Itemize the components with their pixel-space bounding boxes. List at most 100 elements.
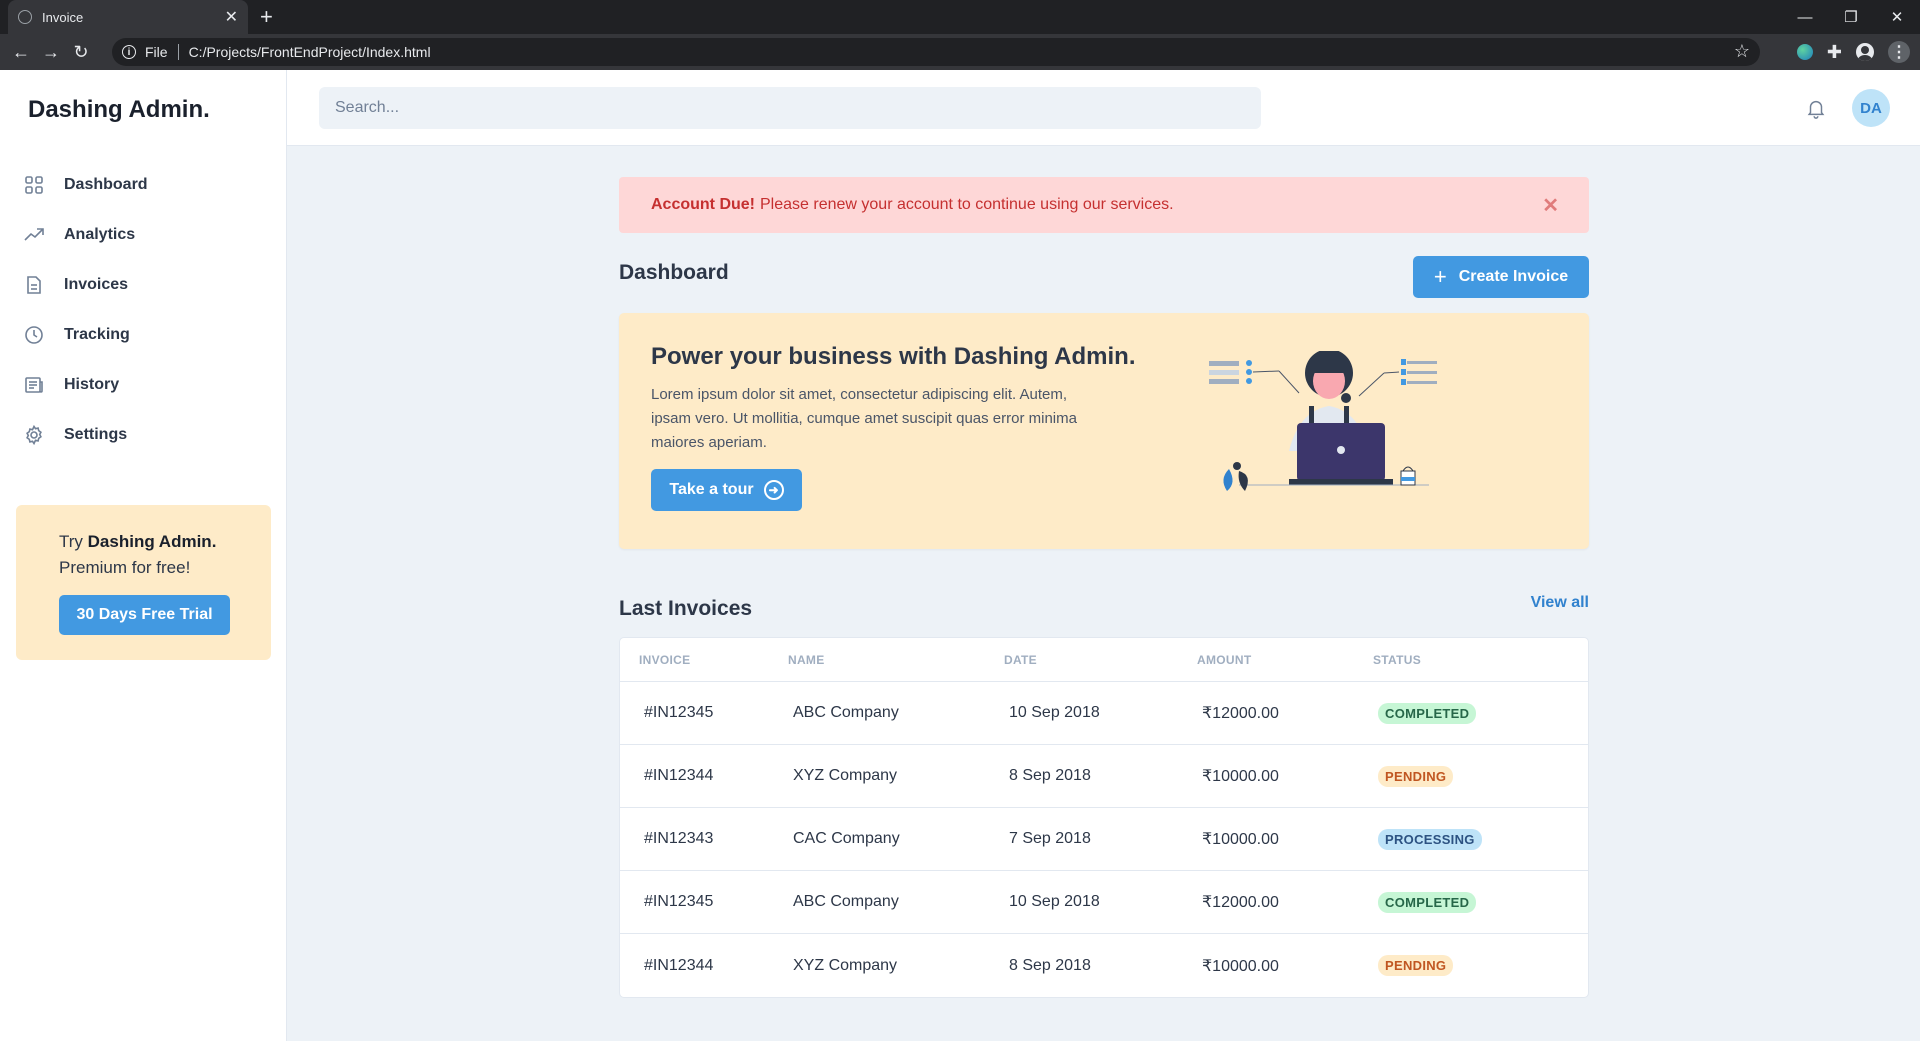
promo-brand: Dashing Admin. xyxy=(87,532,217,551)
close-window-icon[interactable]: ✕ xyxy=(1874,0,1920,34)
section-title: Last Invoices xyxy=(619,597,753,620)
column-header-status[interactable]: STATUS xyxy=(1373,653,1588,667)
clock-icon xyxy=(25,326,43,344)
new-tab-button[interactable]: + xyxy=(260,4,273,30)
extensions-area: ✚ ⋮ xyxy=(1796,34,1910,70)
url-scheme: File xyxy=(145,44,168,60)
invoice-id: #IN12343 xyxy=(644,830,714,847)
avatar[interactable]: DA xyxy=(1852,89,1890,127)
invoice-date: 8 Sep 2018 xyxy=(1009,956,1091,974)
bell-icon[interactable] xyxy=(1805,97,1827,119)
hero-text: Lorem ipsum dolor sit amet, consectetur … xyxy=(651,386,1077,451)
sidebar-item-label: Dashboard xyxy=(64,176,148,193)
promo-try-text: Try xyxy=(59,532,83,551)
status-badge: PENDING xyxy=(1378,765,1454,787)
table-header: INVOICE NAME DATE AMOUNT STATUS xyxy=(620,638,1588,682)
table-row[interactable]: #IN12345 ABC Company 10 Sep 2018 ₹12000.… xyxy=(620,682,1588,745)
extension-icon[interactable] xyxy=(1796,44,1813,60)
sidebar-item-tracking[interactable]: Tracking xyxy=(24,310,148,360)
address-bar: ← → ↻ i File C:/Projects/FrontEndProject… xyxy=(0,34,1920,70)
table-row[interactable]: #IN12345 ABC Company 10 Sep 2018 ₹12000.… xyxy=(620,871,1588,934)
sidebar-item-analytics[interactable]: Analytics xyxy=(24,210,148,260)
reload-icon[interactable]: ↻ xyxy=(66,42,96,63)
sidebar-item-label: History xyxy=(64,376,120,393)
invoice-amount: ₹10000.00 xyxy=(1202,957,1279,975)
company-name: XYZ Company xyxy=(793,767,898,784)
kebab-menu-icon[interactable]: ⋮ xyxy=(1888,41,1910,63)
table-row[interactable]: #IN12343 CAC Company 7 Sep 2018 ₹10000.0… xyxy=(620,808,1588,871)
sidebar-item-label: Invoices xyxy=(64,276,129,293)
view-all-link[interactable]: View all xyxy=(1531,594,1589,612)
company-name: CAC Company xyxy=(793,830,900,847)
alert-message: Please renew your account to continue us… xyxy=(760,196,1174,213)
invoice-id: #IN12344 xyxy=(644,767,714,784)
company-name: ABC Company xyxy=(793,704,899,721)
invoice-date: 8 Sep 2018 xyxy=(1009,767,1091,784)
column-header-date[interactable]: DATE xyxy=(1004,653,1197,667)
invoice-date: 10 Sep 2018 xyxy=(1009,704,1100,721)
create-invoice-label: Create Invoice xyxy=(1458,268,1569,285)
sidebar-item-settings[interactable]: Settings xyxy=(24,410,148,460)
invoice-id: #IN12345 xyxy=(644,893,714,910)
company-name: ABC Company xyxy=(793,893,899,910)
document-icon xyxy=(27,276,41,294)
promo-line-1: Try Dashing Admin. xyxy=(59,529,271,555)
url-field[interactable]: i File C:/Projects/FrontEndProject/Index… xyxy=(112,38,1760,66)
column-header-amount[interactable]: AMOUNT xyxy=(1197,653,1373,667)
sidebar-item-label: Tracking xyxy=(64,326,130,343)
table-row[interactable]: #IN12344 XYZ Company 8 Sep 2018 ₹10000.0… xyxy=(620,745,1588,808)
dashboard-header: Dashboard + Create Invoice xyxy=(619,233,1589,313)
back-icon[interactable]: ← xyxy=(6,42,36,63)
url-separator xyxy=(177,44,179,60)
table-row[interactable]: #IN12344 XYZ Company 8 Sep 2018 ₹10000.0… xyxy=(620,934,1588,997)
invoice-id: #IN12344 xyxy=(644,956,714,974)
minimize-icon[interactable]: — xyxy=(1782,0,1828,34)
invoice-date: 7 Sep 2018 xyxy=(1009,830,1091,847)
status-badge: PROCESSING xyxy=(1378,828,1482,850)
brand-logo[interactable]: Dashing Admin. xyxy=(28,96,210,124)
create-invoice-button[interactable]: + Create Invoice xyxy=(1413,256,1589,298)
sidebar-item-dashboard[interactable]: Dashboard xyxy=(24,160,148,210)
invoice-amount: ₹10000.00 xyxy=(1202,831,1279,848)
gear-icon xyxy=(26,425,42,445)
take-tour-button[interactable]: Take a tour ➜ xyxy=(651,469,802,511)
profile-icon[interactable] xyxy=(1856,43,1874,61)
puzzle-icon[interactable]: ✚ xyxy=(1827,42,1842,63)
trending-up-icon xyxy=(24,228,44,241)
close-tab-icon[interactable]: ✕ xyxy=(225,7,238,27)
bookmark-star-icon[interactable]: ☆ xyxy=(1734,41,1750,62)
take-tour-label: Take a tour xyxy=(669,481,754,498)
column-header-invoice[interactable]: INVOICE xyxy=(620,653,788,667)
url-text: C:/Projects/FrontEndProject/Index.html xyxy=(188,44,431,60)
forward-icon[interactable]: → xyxy=(36,42,66,63)
sidebar-item-label: Analytics xyxy=(64,226,136,243)
close-icon[interactable]: ✕ xyxy=(1542,193,1559,218)
newspaper-icon xyxy=(25,377,43,393)
invoice-id: #IN12345 xyxy=(644,704,714,721)
premium-promo-card: Try Dashing Admin. Premium for free! 30 … xyxy=(16,505,271,660)
alert-title: Account Due! xyxy=(651,196,755,213)
invoices-table: INVOICE NAME DATE AMOUNT STATUS #IN12345… xyxy=(619,637,1589,998)
invoices-header: Last Invoices View all xyxy=(619,549,1589,637)
invoice-date: 10 Sep 2018 xyxy=(1009,893,1100,910)
browser-tab[interactable]: Invoice ✕ xyxy=(8,0,248,34)
main-content: Account Due! Please renew your account t… xyxy=(619,177,1589,998)
browser-tab-strip: Invoice ✕ + — ❐ ✕ xyxy=(0,0,1920,34)
hero-banner: Power your business with Dashing Admin. … xyxy=(619,313,1589,549)
top-bar: DA xyxy=(287,70,1920,146)
status-badge: PENDING xyxy=(1378,955,1454,976)
arrow-right-circle-icon: ➜ xyxy=(763,480,784,500)
globe-icon xyxy=(18,10,32,24)
status-badge: COMPLETED xyxy=(1378,702,1477,724)
info-icon[interactable]: i xyxy=(122,45,136,59)
sidebar-item-invoices[interactable]: Invoices xyxy=(24,260,148,310)
invoice-amount: ₹12000.00 xyxy=(1202,894,1279,911)
grid-icon xyxy=(25,176,43,194)
restore-icon[interactable]: ❐ xyxy=(1828,0,1874,34)
page-title: Dashboard xyxy=(619,261,729,284)
free-trial-button[interactable]: 30 Days Free Trial xyxy=(59,595,230,635)
column-header-name[interactable]: NAME xyxy=(788,653,1004,667)
sidebar-item-history[interactable]: History xyxy=(24,360,148,410)
account-due-alert: Account Due! Please renew your account t… xyxy=(619,177,1589,233)
search-input[interactable] xyxy=(319,87,1261,129)
